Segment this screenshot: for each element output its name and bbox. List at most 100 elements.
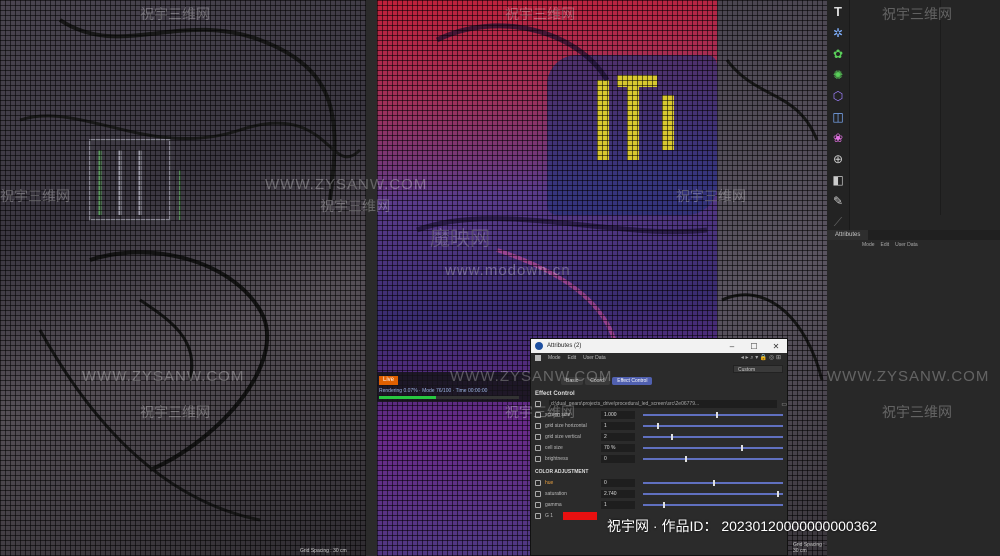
param-value-field[interactable]: 1.000: [601, 410, 635, 419]
led-pixel-grid: [0, 0, 366, 556]
keyframe-icon[interactable]: [535, 455, 541, 462]
keyframe-icon[interactable]: [535, 422, 541, 429]
color-swatch[interactable]: [563, 511, 597, 520]
param-row: screen size 1.000: [531, 409, 787, 420]
render-status-text: Rendering 0.07% · Mode 76/100 · Time 00:…: [379, 388, 488, 394]
window-tool-icons[interactable]: ◂ ▸ ⌕ ▾ 🔒 ◎ ⊞: [741, 354, 781, 362]
tab-effect-control[interactable]: Effect Control: [612, 377, 653, 385]
grid-spacing-label: Grid Spacing : 30 cm: [300, 548, 347, 554]
slider-knob[interactable]: [777, 490, 780, 497]
folder-icon[interactable]: ▭: [781, 401, 787, 408]
slider-knob[interactable]: [671, 433, 673, 440]
object-manager-panel: [849, 0, 1000, 230]
mode-select[interactable]: Custom: [733, 365, 783, 373]
keyframe-icon[interactable]: [535, 411, 541, 418]
param-slider[interactable]: [643, 501, 783, 508]
param-label: grid size horizontal: [545, 422, 587, 429]
slider-knob[interactable]: [662, 501, 665, 508]
script-icon[interactable]: ✎: [829, 192, 847, 210]
menu-mode[interactable]: Mode: [862, 240, 875, 250]
viewport-left[interactable]: Grid Spacing : 30 cm: [0, 0, 366, 556]
param-value-field[interactable]: 0: [601, 454, 635, 463]
hamburger-icon[interactable]: [535, 355, 541, 361]
param-slider[interactable]: [643, 455, 783, 462]
more-tools-icon[interactable]: ⟋: [829, 213, 847, 231]
render-icon[interactable]: ◧: [829, 171, 847, 189]
viewport-divider[interactable]: [366, 0, 377, 556]
panel-splitter[interactable]: [940, 0, 941, 215]
keyframe-icon[interactable]: [535, 401, 541, 407]
minimize-icon[interactable]: –: [721, 342, 743, 351]
color-label: G 1: [545, 512, 554, 519]
menu-edit[interactable]: Edit: [568, 355, 577, 361]
param-value-field[interactable]: 1: [601, 500, 635, 509]
keyframe-icon[interactable]: [535, 512, 541, 519]
file-path-row: d:\dual_gears\projects_drive\procedural_…: [531, 399, 787, 409]
param-slider[interactable]: [643, 490, 783, 497]
param-row: saturation 2.740: [531, 488, 787, 499]
menu-user-data[interactable]: User Data: [895, 240, 918, 250]
slider-knob[interactable]: [715, 411, 718, 418]
deformer-icon[interactable]: ✺: [829, 66, 847, 84]
slider-knob[interactable]: [741, 444, 743, 451]
param-slider[interactable]: [643, 444, 783, 451]
keyframe-icon[interactable]: [535, 490, 541, 497]
param-label: screen size: [545, 411, 571, 418]
param-slider[interactable]: [643, 422, 783, 429]
tool-palette: T ✲ ✿ ✺ ⬡ ◫ ❀ ⊕ ◧ ✎ ⟋: [827, 0, 849, 230]
attribute-manager: Attributes Mode Edit User Data: [827, 230, 1000, 556]
close-icon[interactable]: ✕: [765, 342, 787, 351]
attribute-tabs: Attributes: [827, 230, 1000, 240]
text-tool-icon[interactable]: T: [829, 3, 847, 21]
material-icon[interactable]: ❀: [829, 129, 847, 147]
keyframe-icon[interactable]: [535, 501, 541, 508]
param-value-field[interactable]: 2: [601, 432, 635, 441]
param-slider[interactable]: [643, 411, 783, 418]
window-title: Attributes (2): [547, 343, 582, 349]
param-slider[interactable]: [643, 433, 783, 440]
window-titlebar[interactable]: Attributes (2) – ☐ ✕: [531, 339, 787, 353]
tab-coord[interactable]: Coord.: [585, 377, 611, 385]
param-label: saturation: [545, 490, 567, 497]
section-title: Effect Control: [535, 391, 575, 397]
generator-icon[interactable]: ✿: [829, 45, 847, 63]
tab-basic[interactable]: Basic: [561, 377, 584, 385]
param-value-field[interactable]: 0: [601, 478, 635, 487]
param-value-field[interactable]: 2.740: [601, 489, 635, 498]
mode-row: Custom: [531, 363, 787, 375]
param-value-field[interactable]: 70 %: [601, 443, 635, 452]
render-progress-fill: [379, 396, 437, 399]
keyframe-icon[interactable]: [535, 444, 541, 451]
slider-knob[interactable]: [657, 422, 659, 429]
work-id-label: 祝宇网 · 作品ID： 20230120000000000362: [607, 518, 878, 534]
cinema4d-workspace: Grid Spacing : 30 cm Live Rendering 0.07…: [0, 0, 1000, 556]
render-progress-bar: [379, 396, 519, 399]
tag-icon[interactable]: ⊕: [829, 150, 847, 168]
file-path-field[interactable]: d:\dual_gears\projects_drive\procedural_…: [549, 400, 778, 408]
light-icon[interactable]: ◫: [829, 108, 847, 126]
param-row: hue 0: [531, 477, 787, 488]
slider-knob[interactable]: [713, 479, 715, 486]
param-row: grid size horizontal 1: [531, 420, 787, 431]
menu-edit[interactable]: Edit: [881, 240, 890, 250]
camera-icon[interactable]: ⬡: [829, 87, 847, 105]
param-row: grid size vertical 2: [531, 431, 787, 442]
param-label: cell size: [545, 444, 563, 451]
param-list: screen size 1.000 grid size horizontal 1…: [531, 409, 787, 464]
menu-mode[interactable]: Mode: [548, 355, 561, 361]
param-slider[interactable]: [643, 479, 783, 486]
cinema4d-app-icon: [535, 342, 543, 350]
nurbs-icon[interactable]: ✲: [829, 24, 847, 42]
render-tag[interactable]: Live: [379, 376, 399, 385]
param-row: cell size 70 %: [531, 442, 787, 453]
param-label-hue: hue: [545, 479, 554, 486]
param-value-field[interactable]: 1: [601, 421, 635, 430]
grid-spacing-label: Grid Spacing : 30 cm: [793, 542, 825, 554]
tab-attributes[interactable]: Attributes: [827, 230, 869, 240]
param-label: grid size vertical: [545, 433, 581, 440]
keyframe-icon[interactable]: [535, 479, 541, 486]
slider-knob[interactable]: [685, 455, 687, 462]
menu-user-data[interactable]: User Data: [583, 355, 606, 361]
maximize-icon[interactable]: ☐: [743, 342, 765, 351]
keyframe-icon[interactable]: [535, 433, 541, 440]
